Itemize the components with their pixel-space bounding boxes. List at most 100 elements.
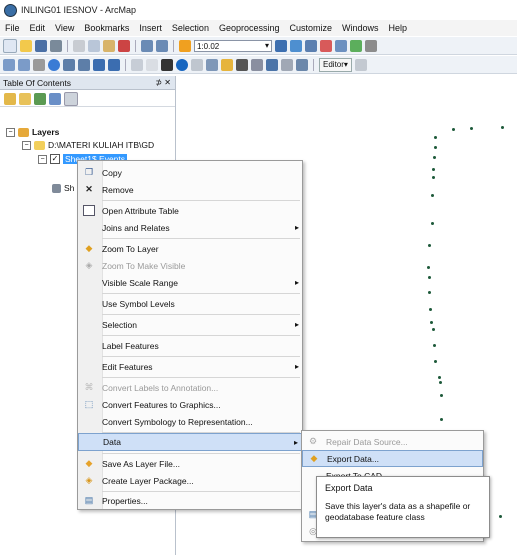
menu-item-label: Repair Data Source... — [326, 436, 408, 447]
full-extent-icon[interactable] — [48, 58, 60, 71]
copy-icon: ❐ — [84, 167, 94, 177]
table-of-contents-icon[interactable] — [290, 39, 302, 52]
menu-item-use-symbol-levels[interactable]: Use Symbol Levels — [78, 295, 302, 312]
collapse-icon[interactable]: − — [22, 140, 31, 150]
paste-icon[interactable] — [103, 39, 115, 52]
menu-item-edit-features[interactable]: Edit Features ▸ — [78, 358, 302, 375]
find-route-icon[interactable] — [251, 58, 263, 71]
new-icon[interactable] — [3, 38, 17, 53]
list-by-drawing-order-icon[interactable] — [4, 92, 16, 105]
open-icon[interactable] — [20, 39, 32, 52]
layer2-node[interactable]: Sh — [52, 183, 74, 193]
model-builder-icon[interactable] — [350, 39, 362, 52]
menu-windows[interactable]: Windows — [337, 23, 384, 33]
toc-window-controls[interactable]: ⊅ ✕ — [155, 76, 171, 90]
measure-icon[interactable] — [221, 58, 233, 71]
viewer-icon[interactable] — [296, 58, 308, 71]
catalog-icon[interactable] — [305, 39, 317, 52]
menu-item-data[interactable]: Data ▸ — [78, 433, 302, 451]
cut-icon[interactable] — [73, 39, 85, 52]
map-point — [501, 126, 504, 129]
menu-item-zoom-to-layer[interactable]: ◆ Zoom To Layer — [78, 240, 302, 257]
menu-insert[interactable]: Insert — [134, 23, 167, 33]
save-icon[interactable] — [35, 39, 47, 52]
redo-icon[interactable] — [156, 39, 168, 52]
clear-selection-icon[interactable] — [146, 58, 158, 71]
menu-help[interactable]: Help — [384, 23, 413, 33]
menu-view[interactable]: View — [50, 23, 79, 33]
map-point — [432, 328, 435, 331]
map-point — [434, 136, 437, 139]
menu-item-label-features[interactable]: Label Features — [78, 337, 302, 354]
menu-separator — [102, 314, 300, 315]
forward-icon[interactable] — [108, 58, 120, 71]
menu-customize[interactable]: Customize — [285, 23, 338, 33]
select-features-icon[interactable] — [131, 58, 143, 71]
menu-item-label: Selection — [102, 319, 137, 330]
editor-toolbar-icon[interactable] — [275, 39, 287, 52]
search-window-icon[interactable] — [365, 39, 377, 52]
menu-item-convert-features-to-graphics[interactable]: ⬚ Convert Features to Graphics... — [78, 396, 302, 413]
menu-item-remove[interactable]: ✕ Remove — [78, 181, 302, 198]
toc-header: Table Of Contents ⊅ ✕ — [0, 76, 175, 90]
zoom-out-icon[interactable] — [18, 58, 30, 71]
hyperlink-icon[interactable] — [191, 58, 203, 71]
menu-bookmarks[interactable]: Bookmarks — [79, 23, 134, 33]
map-point — [470, 127, 473, 130]
layers-icon — [18, 127, 29, 137]
list-by-selection-icon[interactable] — [49, 92, 61, 105]
back-icon[interactable] — [93, 58, 105, 71]
find-icon[interactable] — [236, 58, 248, 71]
menu-item-label: Zoom To Make Visible — [102, 260, 186, 271]
list-by-visibility-icon[interactable] — [34, 92, 46, 105]
python-icon[interactable] — [335, 39, 347, 52]
menu-item-joins-and-relates[interactable]: Joins and Relates ▸ — [78, 219, 302, 236]
menu-item-create-layer-package[interactable]: ◈ Create Layer Package... — [78, 472, 302, 489]
menu-selection[interactable]: Selection — [167, 23, 214, 33]
menu-file[interactable]: File — [0, 23, 25, 33]
pan-icon[interactable] — [33, 58, 45, 71]
layer-visibility-checkbox[interactable]: ✓ — [50, 154, 60, 164]
list-by-source-icon[interactable] — [19, 92, 31, 105]
menu-item-copy[interactable]: ❐ Copy — [78, 164, 302, 181]
map-point — [427, 266, 430, 269]
html-popup-icon[interactable] — [206, 58, 218, 71]
menu-item-selection[interactable]: Selection ▸ — [78, 316, 302, 333]
menu-item-open-attribute-table[interactable]: Open Attribute Table — [78, 202, 302, 219]
menu-item-convert-symbology[interactable]: Convert Symbology to Representation... — [78, 413, 302, 430]
layers-node[interactable]: − Layers — [6, 127, 59, 137]
fixed-zoom-in-icon[interactable] — [63, 58, 75, 71]
delete-icon[interactable] — [118, 39, 130, 52]
map-point — [429, 308, 432, 311]
arcmap-icon — [4, 3, 17, 17]
collapse-icon[interactable]: − — [38, 154, 47, 164]
options-icon[interactable] — [64, 91, 78, 106]
copy-toolbar-icon[interactable] — [88, 39, 100, 52]
map-scale-input[interactable]: 1:0.02 — [194, 39, 272, 52]
identify-icon[interactable] — [176, 58, 188, 71]
map-point — [440, 394, 443, 397]
menu-edit[interactable]: Edit — [25, 23, 51, 33]
add-data-icon[interactable] — [179, 39, 191, 52]
print-icon[interactable] — [50, 39, 62, 52]
select-elements-icon[interactable] — [161, 58, 173, 71]
editor-dropdown[interactable]: Editor▾ — [319, 57, 352, 72]
folder-node[interactable]: − D:\MATERI KULIAH ITB\GD — [22, 140, 154, 150]
menu-item-visible-scale-range[interactable]: Visible Scale Range ▸ — [78, 274, 302, 291]
submenu-item-export-data[interactable]: ◆ Export Data... — [302, 450, 483, 467]
menu-item-properties[interactable]: ▤ Properties... — [78, 492, 302, 509]
map-point — [428, 291, 431, 294]
collapse-icon[interactable]: − — [6, 127, 15, 137]
undo-icon[interactable] — [141, 39, 153, 52]
menu-item-label: Export Data... — [327, 453, 379, 464]
menu-item-save-as-layer-file[interactable]: ◆ Save As Layer File... — [78, 455, 302, 472]
arctoolbox-icon[interactable] — [320, 39, 332, 52]
goto-xy-icon[interactable] — [266, 58, 278, 71]
submenu-arrow-icon: ▸ — [293, 437, 298, 447]
edit-tool-icon[interactable] — [354, 58, 367, 71]
zoom-in-icon[interactable] — [3, 58, 15, 71]
menu-geoprocessing[interactable]: Geoprocessing — [214, 23, 285, 33]
fixed-zoom-out-icon[interactable] — [78, 58, 90, 71]
time-slider-icon[interactable] — [281, 58, 293, 71]
export-data-tooltip: Export Data Save this layer's data as a … — [316, 476, 490, 538]
